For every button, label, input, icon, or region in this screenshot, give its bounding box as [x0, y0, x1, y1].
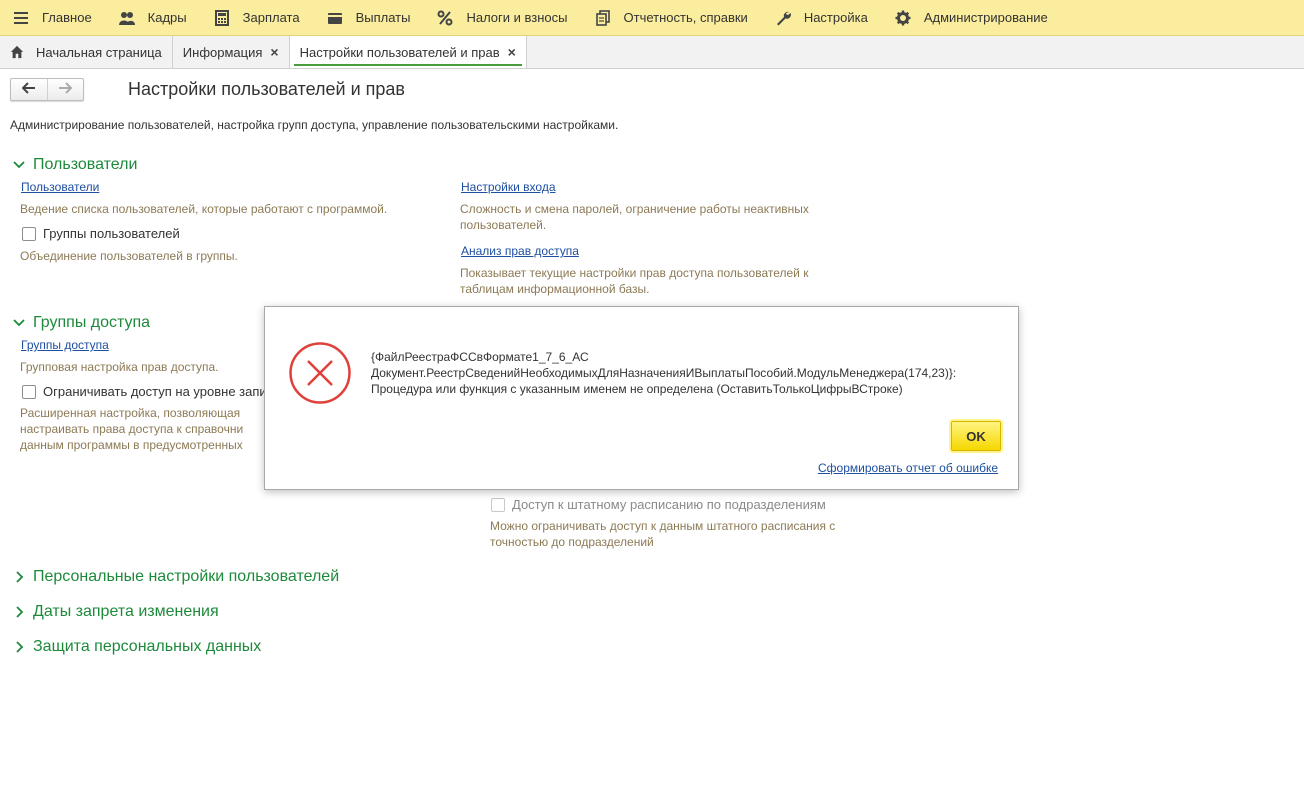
- checkbox-label: Доступ к штатному расписанию по подразде…: [512, 497, 826, 512]
- error-report-link[interactable]: Сформировать отчет об ошибке: [818, 461, 998, 475]
- restrict-records-note: Расширенная настройка, позволяющая настр…: [20, 405, 243, 453]
- group-title: Персональные настройки пользователей: [33, 568, 340, 585]
- menu-item-reports[interactable]: Отчетность, справки: [582, 0, 762, 36]
- user-groups-checkbox[interactable]: Группы пользователей: [22, 226, 180, 241]
- page-description: Администрирование пользователей, настрой…: [10, 118, 619, 132]
- group-title: Даты запрета изменения: [33, 603, 219, 620]
- chevron-down-icon: [12, 158, 26, 172]
- back-button[interactable]: [11, 79, 47, 100]
- tab-info[interactable]: Информация ×: [173, 36, 290, 68]
- forward-button[interactable]: [46, 79, 84, 100]
- menu-item-staff[interactable]: Кадры: [106, 0, 201, 36]
- tabs-bar: Начальная страница Информация × Настройк…: [0, 36, 1304, 69]
- error-line: Процедура или функция с указанным именем…: [371, 382, 903, 396]
- menu-item-payments[interactable]: Выплаты: [314, 0, 425, 36]
- group-header-access[interactable]: Группы доступа: [12, 314, 150, 332]
- arrow-right-icon: [58, 82, 73, 97]
- people-icon: [118, 9, 136, 27]
- user-groups-note: Объединение пользователей в группы.: [20, 249, 238, 263]
- menu-item-setup[interactable]: Настройка: [762, 0, 882, 36]
- gear-icon: [894, 9, 912, 27]
- percent-icon: [436, 9, 454, 27]
- page-title: Настройки пользователей и прав: [128, 79, 405, 99]
- group-header-protection[interactable]: Защита персональных данных: [12, 638, 261, 656]
- login-settings-note: Сложность и смена паролей, ограничение р…: [460, 201, 809, 233]
- note-line: пользователей.: [460, 218, 547, 232]
- close-icon[interactable]: ×: [270, 44, 278, 60]
- group-header-dates[interactable]: Даты запрета изменения: [12, 603, 219, 621]
- note-line: данным программы в предусмотренных: [20, 438, 243, 452]
- ok-button[interactable]: OK: [951, 421, 1001, 451]
- checkbox-label: Группы пользователей: [43, 226, 180, 241]
- documents-icon: [594, 9, 612, 27]
- note-line: Сложность и смена паролей, ограничение р…: [460, 202, 809, 216]
- access-groups-link[interactable]: Группы доступа: [21, 338, 109, 352]
- checkbox-label: Ограничивать доступ на уровне запи: [43, 384, 267, 399]
- note-line: таблицам информационной базы.: [460, 282, 650, 296]
- menu-icon: [12, 9, 30, 27]
- error-dialog: {ФайлРеестраФССвФормате1_7_6_АС Документ…: [264, 306, 1019, 490]
- error-icon: [288, 341, 352, 405]
- home-icon: [10, 44, 26, 60]
- menu-item-label: Главное: [42, 10, 92, 25]
- note-line: Можно ограничивать доступ к данным штатн…: [490, 519, 836, 533]
- menu-item-admin[interactable]: Администрирование: [882, 0, 1062, 36]
- menu-item-label: Настройка: [803, 10, 868, 25]
- chevron-right-icon: [12, 605, 26, 619]
- menu-item-taxes[interactable]: Налоги и взносы: [424, 0, 581, 36]
- group-title: Защита персональных данных: [33, 638, 262, 655]
- group-title: Пользователи: [33, 156, 138, 173]
- chevron-down-icon: [12, 316, 26, 330]
- error-line: {ФайлРеестраФССвФормате1_7_6_АС: [371, 350, 589, 364]
- note-line: настраивать права доступа к справочни: [20, 422, 244, 436]
- menu-item-label: Администрирование: [923, 10, 1048, 25]
- menu-item-salary[interactable]: Зарплата: [201, 0, 314, 36]
- staff-schedule-checkbox[interactable]: Доступ к штатному расписанию по подразде…: [491, 497, 826, 512]
- restrict-records-checkbox[interactable]: Ограничивать доступ на уровне запи: [22, 384, 267, 399]
- menu-item-label: Кадры: [147, 10, 187, 25]
- chevron-right-icon: [12, 640, 26, 654]
- group-header-users[interactable]: Пользователи: [12, 156, 137, 174]
- tab-home[interactable]: Начальная страница: [0, 36, 173, 68]
- note-line: Расширенная настройка, позволяющая: [20, 406, 241, 420]
- note-line: Показывает текущие настройки прав доступ…: [460, 266, 809, 280]
- wrench-icon: [774, 9, 792, 27]
- staff-schedule-note: Можно ограничивать доступ к данным штатн…: [490, 518, 835, 550]
- calculator-icon: [213, 9, 231, 27]
- group-header-personal[interactable]: Персональные настройки пользователей: [12, 568, 339, 586]
- rights-analysis-link[interactable]: Анализ прав доступа: [461, 244, 579, 258]
- close-icon[interactable]: ×: [508, 44, 516, 60]
- checkbox-box[interactable]: [491, 497, 505, 512]
- error-message: {ФайлРеестраФССвФормате1_7_6_АС Документ…: [371, 349, 1011, 397]
- arrow-left-icon: [21, 82, 36, 97]
- menu-item-label: Отчетность, справки: [623, 10, 748, 25]
- checkbox-box[interactable]: [22, 384, 36, 399]
- menu-item-label: Выплаты: [355, 10, 411, 25]
- menu-item-main[interactable]: Главное: [0, 0, 106, 36]
- checkbox-box[interactable]: [22, 226, 36, 241]
- wallet-icon: [326, 9, 344, 27]
- tab-label: Начальная страница: [36, 44, 162, 60]
- menu-item-label: Зарплата: [242, 10, 300, 25]
- users-link[interactable]: Пользователи: [21, 180, 99, 194]
- chevron-right-icon: [12, 570, 26, 584]
- top-menu: Главное Кадры Зарплата Выплаты Налоги и …: [0, 0, 1304, 36]
- tab-label: Информация: [182, 44, 263, 60]
- rights-analysis-note: Показывает текущие настройки прав доступ…: [460, 265, 808, 297]
- tab-label: Настройки пользователей и прав: [299, 44, 500, 60]
- error-line: Документ.РеестрСведенийНеобходимыхДляНаз…: [371, 366, 957, 380]
- menu-item-label: Налоги и взносы: [466, 10, 568, 25]
- login-settings-link[interactable]: Настройки входа: [461, 180, 556, 194]
- group-title: Группы доступа: [33, 314, 151, 331]
- navigation-buttons: [10, 78, 84, 101]
- users-note: Ведение списка пользователей, которые ра…: [20, 202, 388, 216]
- tab-settings[interactable]: Настройки пользователей и прав ×: [289, 36, 527, 68]
- note-line: точностью до подразделений: [490, 535, 654, 549]
- access-groups-note: Групповая настройка прав доступа.: [20, 360, 219, 374]
